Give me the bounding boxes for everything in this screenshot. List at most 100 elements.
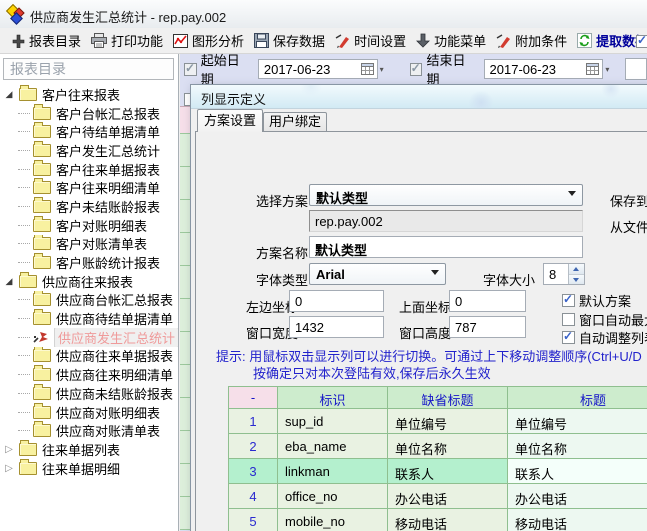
- tree-item[interactable]: 客户往来明细清单: [2, 178, 178, 197]
- font-size-label: 字体大小: [483, 270, 535, 289]
- toolbar-right-checkbox[interactable]: [636, 35, 647, 48]
- table-header-cell[interactable]: 标题: [508, 387, 647, 409]
- end-date-input[interactable]: 2017-06-23: [484, 59, 604, 79]
- tree-connector: [18, 113, 30, 114]
- end-date-dropdown-arrow[interactable]: ▾: [605, 65, 609, 74]
- tree-connector: [18, 337, 30, 338]
- folder-icon: [33, 144, 51, 157]
- tree-connector: [18, 412, 30, 413]
- stepper-up-icon[interactable]: [569, 264, 584, 275]
- tree-item[interactable]: 客户账龄统计报表: [2, 253, 178, 272]
- folder-icon: [33, 181, 51, 194]
- font-type-combo[interactable]: Arial: [309, 263, 446, 285]
- tree-item[interactable]: 供应商对账清单表: [2, 421, 178, 440]
- tree-item[interactable]: 客户台帐汇总报表: [2, 104, 178, 123]
- window-width-input[interactable]: 1432: [289, 316, 384, 338]
- start-date-label: 起始日期: [201, 50, 252, 88]
- tree-item[interactable]: 供应商台帐汇总报表: [2, 291, 178, 310]
- table-header-cell[interactable]: -: [229, 387, 278, 409]
- window-titlebar: 供应商发生汇总统计 - rep.pay.002: [0, 0, 647, 29]
- scheme-select-combo[interactable]: 默认类型: [309, 184, 583, 206]
- column-definition-table: - 标识 缺省标题 标题 1 sup_id 单位编号 单位编号 2 eba_na…: [228, 386, 647, 531]
- tree-item[interactable]: 供应商待结单据清单: [2, 309, 178, 328]
- folder-icon: [33, 237, 51, 250]
- folder-icon: [33, 406, 51, 419]
- start-date-input[interactable]: 2017-06-23: [258, 59, 378, 79]
- table-row[interactable]: 1 sup_id 单位编号 单位编号: [229, 409, 647, 434]
- tree-item[interactable]: 客户待结单据清单: [2, 122, 178, 141]
- left-coord-input[interactable]: 0: [289, 290, 384, 312]
- chevron-down-icon: [431, 270, 439, 275]
- table-header-cell[interactable]: 缺省标题: [388, 387, 508, 409]
- tree-node-customer-reports[interactable]: ◢客户往来报表: [2, 85, 178, 104]
- tab-scheme-settings[interactable]: 方案设置: [197, 109, 263, 132]
- tree-item[interactable]: 供应商往来单据报表: [2, 347, 178, 366]
- extra-conditions-button[interactable]: 附加条件: [491, 29, 572, 52]
- sidebar-search-box[interactable]: 报表目录: [3, 58, 174, 80]
- tree-connector: [18, 355, 30, 356]
- expanded-arrow-icon[interactable]: ◢: [2, 89, 16, 100]
- chart-analysis-button[interactable]: 图形分析: [168, 29, 249, 52]
- window-title: 供应商发生汇总统计 - rep.pay.002: [30, 7, 226, 26]
- expanded-arrow-icon[interactable]: ◢: [2, 276, 16, 287]
- calendar-icon: [586, 63, 599, 75]
- table-row[interactable]: 4 office_no 办公电话 办公电话: [229, 484, 647, 509]
- auto-adjust-columns-checkbox[interactable]: 自动调整列表: [562, 328, 647, 347]
- tree-connector: [18, 206, 30, 207]
- table-row[interactable]: 2 eba_name 单位名称 单位名称: [229, 434, 647, 459]
- folder-icon: [33, 200, 51, 213]
- font-type-label: 字体类型: [256, 270, 308, 289]
- save-data-button[interactable]: 保存数据: [249, 29, 330, 52]
- tree-connector: [18, 299, 30, 300]
- top-coord-input[interactable]: 0: [449, 290, 526, 312]
- table-header-cell[interactable]: 标识: [278, 387, 388, 409]
- tree-item-selected-supplier-summary[interactable]: 供应商发生汇总统计: [2, 328, 178, 347]
- report-catalog-button[interactable]: 报表目录: [6, 29, 86, 52]
- column-display-dialog: 列显示定义 方案设置 用户绑定 选择方案 默认类型 保存到 rep.pay.00…: [190, 84, 647, 531]
- tree-item[interactable]: 客户对账清单表: [2, 235, 178, 254]
- tree-node-voucher-list[interactable]: ▷往来单据列表: [2, 440, 178, 459]
- collapsed-arrow-icon[interactable]: ▷: [2, 463, 16, 474]
- tree-connector: [18, 150, 30, 151]
- tree-node-supplier-reports[interactable]: ◢供应商往来报表: [2, 272, 178, 291]
- start-date-dropdown-arrow[interactable]: ▾: [380, 65, 384, 74]
- folder-icon: [33, 163, 51, 176]
- dialog-title: 列显示定义: [201, 89, 266, 108]
- save-to-button[interactable]: 保存到: [610, 191, 647, 210]
- window-height-label: 窗口高度: [399, 323, 451, 342]
- window-height-input[interactable]: 787: [449, 316, 526, 338]
- default-scheme-checkbox[interactable]: 默认方案: [562, 291, 631, 310]
- start-date-checkbox[interactable]: [184, 63, 197, 76]
- end-date-checkbox[interactable]: [410, 63, 423, 76]
- folder-icon: [33, 293, 51, 306]
- main-toolbar: 报表目录 打印功能 图形分析 保存数据 时间设置 功能菜单 附加条件: [0, 28, 647, 54]
- font-size-stepper[interactable]: 8: [543, 263, 585, 285]
- tree-connector: [18, 169, 30, 170]
- tree-item[interactable]: 客户对账明细表: [2, 216, 178, 235]
- tree-item[interactable]: 客户往来单据报表: [2, 160, 178, 179]
- tree-node-voucher-detail[interactable]: ▷往来单据明细: [2, 459, 178, 478]
- folder-icon: [19, 275, 37, 288]
- collapsed-arrow-icon[interactable]: ▷: [2, 444, 16, 455]
- tree-item[interactable]: 供应商未结账龄报表: [2, 384, 178, 403]
- print-button[interactable]: 打印功能: [86, 29, 168, 52]
- active-report-icon: [33, 331, 49, 344]
- stepper-down-icon[interactable]: [569, 275, 584, 285]
- tree-item[interactable]: 供应商对账明细表: [2, 403, 178, 422]
- chart-icon: [173, 34, 188, 48]
- scheme-name-input[interactable]: 默认类型: [309, 236, 583, 258]
- refresh-icon: [577, 33, 592, 48]
- tab-user-binding[interactable]: 用户绑定: [263, 112, 327, 132]
- function-menu-button[interactable]: 功能菜单: [411, 29, 491, 52]
- from-file-button[interactable]: 从文件: [610, 217, 647, 236]
- scheme-settings-panel: 选择方案 默认类型 保存到 rep.pay.002 从文件 方案名称 默认类型 …: [195, 131, 647, 531]
- table-row-selected[interactable]: 3 linkman 联系人 联系人: [229, 459, 647, 484]
- folder-icon: [33, 368, 51, 381]
- table-row[interactable]: 5 mobile_no 移动电话 移动电话: [229, 509, 647, 531]
- auto-maximize-checkbox[interactable]: 窗口自动最大: [562, 310, 647, 329]
- tree-item[interactable]: 供应商往来明细清单: [2, 365, 178, 384]
- tree-item[interactable]: 客户发生汇总统计: [2, 141, 178, 160]
- time-settings-button[interactable]: 时间设置: [330, 29, 411, 52]
- tree-item[interactable]: 客户未结账龄报表: [2, 197, 178, 216]
- tree-connector: [18, 262, 30, 263]
